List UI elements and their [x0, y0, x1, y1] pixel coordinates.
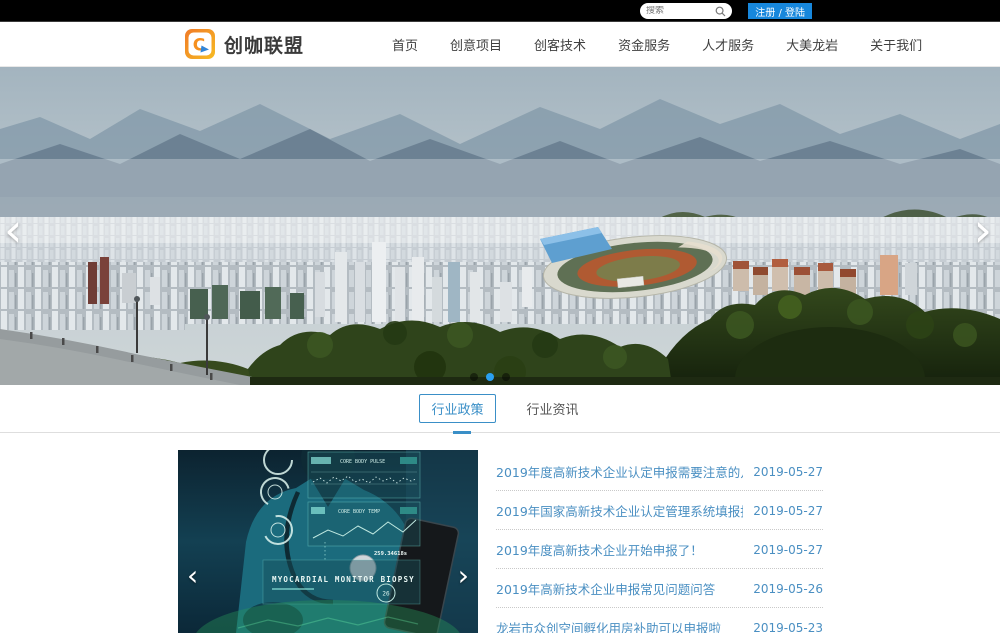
- news-image-carousel[interactable]: CORE BODY PULSE CORE BODY TEMP 259.34618…: [178, 450, 478, 633]
- tab-industry-policy[interactable]: 行业政策: [419, 394, 495, 423]
- main-navbar: C 创咖联盟 首页 创意项目 创客技术 资金服务 人才服务 大美龙岩 关于我们: [0, 22, 1000, 67]
- news-item-date: 2019-05-23: [753, 621, 823, 633]
- top-utility-bar: 注册 / 登陆: [0, 0, 1000, 22]
- svg-text:26: 26: [382, 591, 390, 598]
- news-item[interactable]: 2019年国家高新技术企业认定管理系统填报指南 2019-05-27: [496, 491, 823, 530]
- hero-prev-arrow-icon[interactable]: ‹: [4, 207, 22, 253]
- svg-text:MYOCARDIAL MONITOR BIOPSY: MYOCARDIAL MONITOR BIOPSY: [272, 575, 415, 584]
- brand-name: 创咖联盟: [224, 31, 304, 58]
- news-tabs: 行业政策 行业资讯: [0, 385, 1000, 433]
- news-item-date: 2019-05-27: [753, 543, 823, 557]
- news-item-date: 2019-05-26: [753, 582, 823, 596]
- hero-dot[interactable]: [470, 373, 478, 381]
- news-item-title[interactable]: 2019年度高新技术企业认定申报需要注意的几件事！: [496, 462, 743, 481]
- nav-item-home[interactable]: 首页: [392, 29, 418, 60]
- hud-pulse-panel: CORE BODY PULSE: [308, 452, 420, 498]
- nav-item-about-us[interactable]: 关于我们: [870, 29, 922, 60]
- news-item-title[interactable]: 龙岩市众创空间孵化用房补助可以申报啦: [496, 618, 743, 633]
- search-input[interactable]: [646, 6, 715, 16]
- hero-pagination-dots: [470, 373, 510, 381]
- hero-panorama-image: [0, 67, 1000, 385]
- news-section: CORE BODY PULSE CORE BODY TEMP 259.34618…: [0, 433, 1000, 633]
- news-item-title[interactable]: 2019年高新技术企业申报常见问题问答: [496, 579, 743, 598]
- register-login-button[interactable]: 注册 / 登陆: [748, 3, 812, 19]
- brand-logo-icon: C: [185, 29, 215, 59]
- svg-text:259.34618s: 259.34618s: [374, 551, 407, 557]
- svg-text:CORE BODY PULSE: CORE BODY PULSE: [340, 459, 385, 465]
- svg-text:C: C: [193, 36, 205, 56]
- nav-item-beautiful-longyan[interactable]: 大美龙岩: [786, 29, 838, 60]
- hero-dot[interactable]: [502, 373, 510, 381]
- hero-dot-active[interactable]: [486, 373, 494, 381]
- news-list: 2019年度高新技术企业认定申报需要注意的几件事！ 2019-05-27 201…: [496, 452, 823, 633]
- news-item-date: 2019-05-27: [753, 504, 823, 518]
- hero-carousel: ‹ ›: [0, 67, 1000, 385]
- news-item[interactable]: 2019年度高新技术企业开始申报了！ 2019-05-27: [496, 530, 823, 569]
- medical-hud-image: CORE BODY PULSE CORE BODY TEMP 259.34618…: [178, 450, 478, 633]
- search-icon[interactable]: [715, 6, 726, 17]
- main-menu: 首页 创意项目 创客技术 资金服务 人才服务 大美龙岩 关于我们: [376, 29, 938, 60]
- news-item[interactable]: 龙岩市众创空间孵化用房补助可以申报啦 2019-05-23: [496, 608, 823, 633]
- news-item[interactable]: 2019年度高新技术企业认定申报需要注意的几件事！ 2019-05-27: [496, 452, 823, 491]
- hero-next-arrow-icon[interactable]: ›: [974, 207, 992, 253]
- carousel-next-arrow-icon[interactable]: ›: [458, 562, 469, 590]
- news-item-date: 2019-05-27: [753, 465, 823, 479]
- tab-industry-news[interactable]: 行业资讯: [525, 394, 581, 423]
- news-item-title[interactable]: 2019年度高新技术企业开始申报了！: [496, 540, 743, 559]
- brand[interactable]: C 创咖联盟: [185, 29, 304, 59]
- nav-item-talent-services[interactable]: 人才服务: [702, 29, 754, 60]
- nav-item-maker-tech[interactable]: 创客技术: [534, 29, 586, 60]
- nav-item-funding-services[interactable]: 资金服务: [618, 29, 670, 60]
- hud-temp-panel: CORE BODY TEMP: [308, 502, 420, 546]
- news-item-title[interactable]: 2019年国家高新技术企业认定管理系统填报指南: [496, 501, 743, 520]
- nav-item-creative-projects[interactable]: 创意项目: [450, 29, 502, 60]
- news-item[interactable]: 2019年高新技术企业申报常见问题问答 2019-05-26: [496, 569, 823, 608]
- svg-text:CORE BODY TEMP: CORE BODY TEMP: [338, 509, 380, 515]
- active-tab-indicator: [453, 431, 471, 434]
- carousel-prev-arrow-icon[interactable]: ‹: [187, 562, 198, 590]
- search-box[interactable]: [640, 3, 732, 19]
